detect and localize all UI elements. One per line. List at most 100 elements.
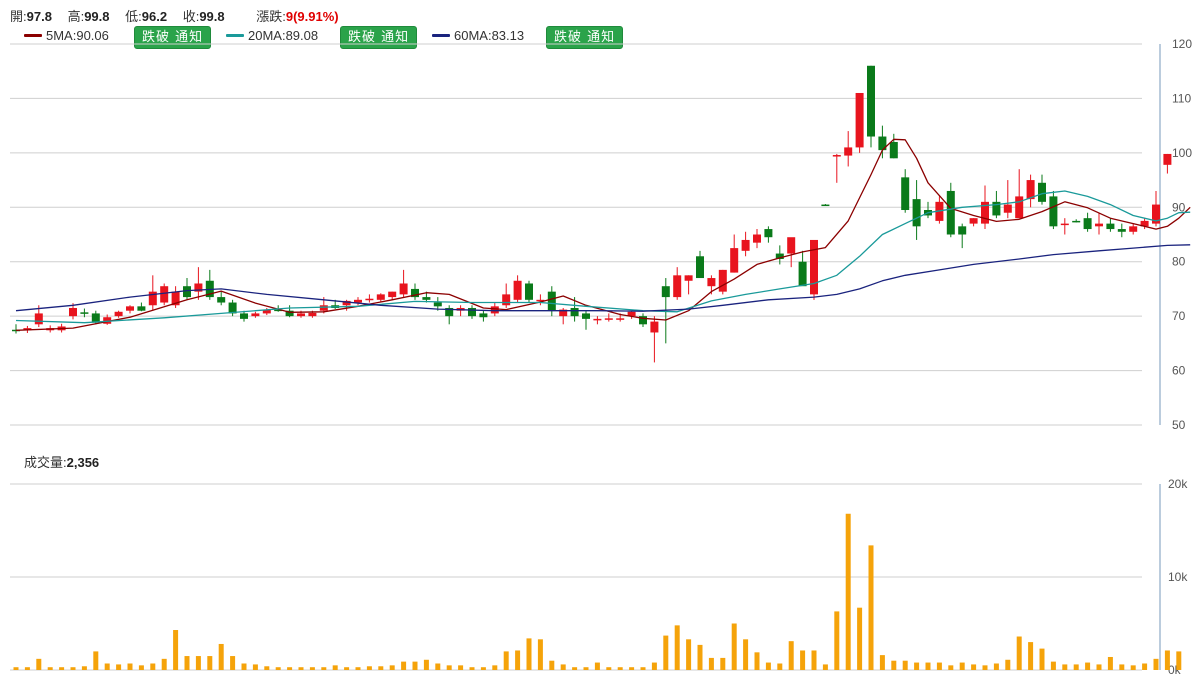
candle-body bbox=[582, 313, 590, 319]
volume-bar bbox=[914, 662, 920, 670]
volume-bar bbox=[868, 545, 874, 670]
volume-bar bbox=[822, 664, 828, 670]
candle-body bbox=[661, 286, 670, 298]
volume-tick-label: 10k bbox=[1168, 570, 1188, 584]
candle-body bbox=[217, 297, 226, 303]
candle-body bbox=[753, 234, 761, 243]
volume-bar bbox=[515, 650, 521, 670]
candle-body bbox=[399, 283, 408, 295]
volume-bar bbox=[13, 667, 19, 670]
candle-body bbox=[844, 147, 853, 156]
volume-bar bbox=[1142, 663, 1148, 670]
volume-bar bbox=[537, 639, 543, 670]
volume-bar bbox=[1130, 665, 1136, 670]
volume-tick-label: 20k bbox=[1168, 477, 1188, 491]
candle-body bbox=[787, 237, 796, 254]
volume-bar bbox=[982, 665, 988, 670]
price-tick-label: 60 bbox=[1172, 364, 1186, 378]
volume-bar bbox=[435, 663, 441, 670]
volume-bar bbox=[378, 666, 384, 670]
20ma-line bbox=[15, 190, 1191, 324]
candle-body bbox=[673, 275, 682, 298]
volume-bar bbox=[971, 664, 977, 670]
candle-body bbox=[1117, 229, 1126, 232]
volume-bar bbox=[423, 659, 429, 670]
volume-bar bbox=[173, 630, 179, 670]
volume-bar bbox=[686, 639, 692, 670]
candle-body bbox=[1003, 204, 1012, 213]
volume-bar bbox=[617, 667, 623, 670]
price-tick-label: 120 bbox=[1172, 37, 1192, 51]
volume-bar bbox=[469, 667, 475, 670]
volume-bar bbox=[948, 665, 954, 670]
volume-bar bbox=[629, 667, 635, 670]
candle-body bbox=[832, 155, 841, 157]
candle-body bbox=[69, 307, 77, 317]
volume-bar bbox=[765, 662, 771, 670]
volume-bar bbox=[81, 666, 87, 670]
candle-body bbox=[1083, 218, 1092, 230]
volume-bar bbox=[1016, 636, 1022, 670]
candle-body bbox=[354, 299, 362, 303]
volume-bar bbox=[207, 656, 213, 670]
volume-bar bbox=[754, 652, 760, 670]
volume-bar bbox=[720, 657, 726, 670]
volume-bar bbox=[332, 665, 338, 670]
candle-body bbox=[308, 312, 317, 317]
candle-body bbox=[388, 291, 397, 298]
volume-bar bbox=[287, 667, 293, 670]
candle-body bbox=[821, 204, 830, 207]
volume-bar bbox=[879, 655, 885, 670]
volume-bar bbox=[777, 663, 783, 670]
volume-bar bbox=[104, 663, 110, 670]
volume-bar bbox=[788, 641, 794, 670]
volume-bar bbox=[800, 650, 806, 670]
5ma-line bbox=[15, 138, 1191, 331]
volume-bar bbox=[1050, 661, 1056, 670]
volume-bar bbox=[298, 667, 304, 670]
candle-body bbox=[1095, 223, 1103, 227]
candle-body bbox=[160, 286, 169, 303]
candle-body bbox=[570, 307, 579, 317]
candle-body bbox=[718, 269, 727, 292]
volume-bar bbox=[959, 662, 965, 670]
volume-bar bbox=[230, 656, 236, 670]
candle-body bbox=[34, 313, 43, 325]
volume-bar bbox=[127, 663, 133, 670]
volume-bar bbox=[1073, 664, 1079, 670]
candle-body bbox=[525, 283, 533, 300]
candle-body bbox=[696, 256, 704, 279]
volume-bar bbox=[47, 667, 53, 670]
volume-bar bbox=[93, 651, 99, 670]
volume-bar bbox=[811, 650, 817, 670]
volume-bar bbox=[674, 625, 680, 670]
volume-bar bbox=[1176, 651, 1182, 670]
volume-bar bbox=[218, 643, 224, 670]
volume-bar bbox=[184, 656, 190, 670]
volume-bar bbox=[708, 657, 714, 670]
volume-bar bbox=[651, 662, 657, 670]
price-tick-label: 50 bbox=[1172, 418, 1186, 432]
candle-body bbox=[1038, 182, 1046, 202]
volume-bar bbox=[480, 667, 486, 670]
candle-body bbox=[513, 280, 522, 300]
volume-bar bbox=[309, 667, 315, 670]
candle-body bbox=[1106, 223, 1115, 230]
volume-bar bbox=[560, 664, 566, 670]
candle-body bbox=[912, 199, 921, 227]
candle-body bbox=[798, 261, 807, 287]
volume-bar bbox=[731, 623, 737, 670]
volume-bar bbox=[925, 662, 931, 670]
candle-body bbox=[297, 313, 305, 317]
candle-body bbox=[1015, 196, 1024, 219]
volume-bar bbox=[275, 667, 281, 670]
volume-bar bbox=[389, 665, 395, 670]
volume-bar bbox=[59, 667, 65, 670]
candle-body bbox=[502, 294, 511, 306]
candle-body bbox=[376, 294, 385, 300]
candle-body bbox=[1072, 220, 1081, 223]
volume-bar bbox=[1164, 650, 1170, 670]
candle-body bbox=[969, 218, 978, 224]
candle-body bbox=[741, 239, 750, 251]
volume-bar bbox=[446, 665, 452, 670]
